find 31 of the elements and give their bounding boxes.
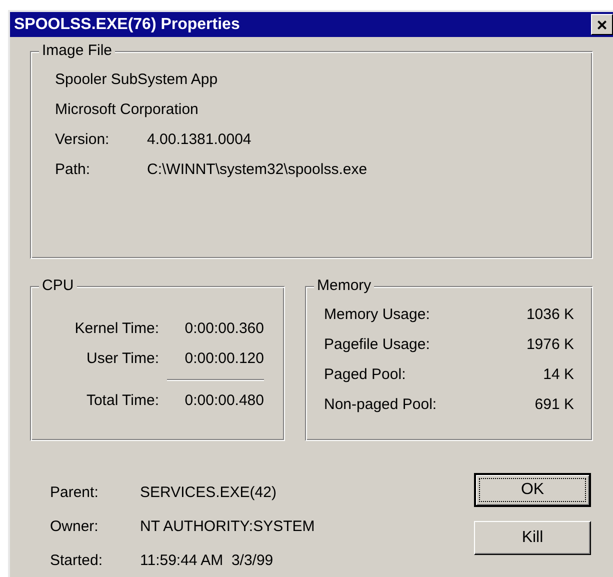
- ok-button[interactable]: OK: [474, 473, 591, 507]
- time-label: User Time:: [85, 349, 159, 369]
- detail-value: 11:59:44 AM 3/3/99: [140, 551, 274, 571]
- field-label: Path:: [55, 160, 92, 180]
- memory-value: 691 K: [534, 395, 574, 415]
- field-label: Version:: [55, 130, 110, 150]
- window-title: SPOOLSS.EXE(76) Properties: [14, 14, 240, 34]
- time-value: 0:00:00.480: [184, 391, 264, 411]
- group-title: Image File: [39, 41, 116, 61]
- field-value: 4.00.1381.0004: [147, 130, 252, 150]
- field-value: C:\WINNT\system32\spoolss.exe: [147, 160, 368, 180]
- detail-label: Parent:: [50, 483, 100, 503]
- memory-value: 14 K: [543, 365, 574, 385]
- detail-label: Started:: [50, 551, 104, 571]
- close-button[interactable]: ×: [591, 14, 613, 35]
- detail-label: Owner:: [50, 517, 100, 537]
- description-text: Spooler SubSystem App: [55, 70, 219, 90]
- time-value: 0:00:00.120: [184, 349, 264, 369]
- memory-label: Memory Usage:: [324, 305, 430, 325]
- memory-value: 1036 K: [526, 305, 574, 325]
- time-value: 0:00:00.360: [184, 319, 264, 339]
- memory-label: Paged Pool:: [324, 365, 406, 385]
- memory-value: 1976 K: [526, 335, 574, 355]
- time-label: Total Time:: [85, 391, 159, 411]
- memory-label: Non-paged Pool:: [324, 395, 437, 415]
- memory-label: Pagefile Usage:: [324, 335, 430, 355]
- detail-value: SERVICES.EXE(42): [140, 483, 276, 503]
- detail-value: NT AUTHORITY:SYSTEM: [140, 517, 315, 537]
- kill-button[interactable]: Kill: [474, 521, 591, 555]
- company-text: Microsoft Corporation: [55, 100, 200, 120]
- time-label: Kernel Time:: [74, 319, 159, 339]
